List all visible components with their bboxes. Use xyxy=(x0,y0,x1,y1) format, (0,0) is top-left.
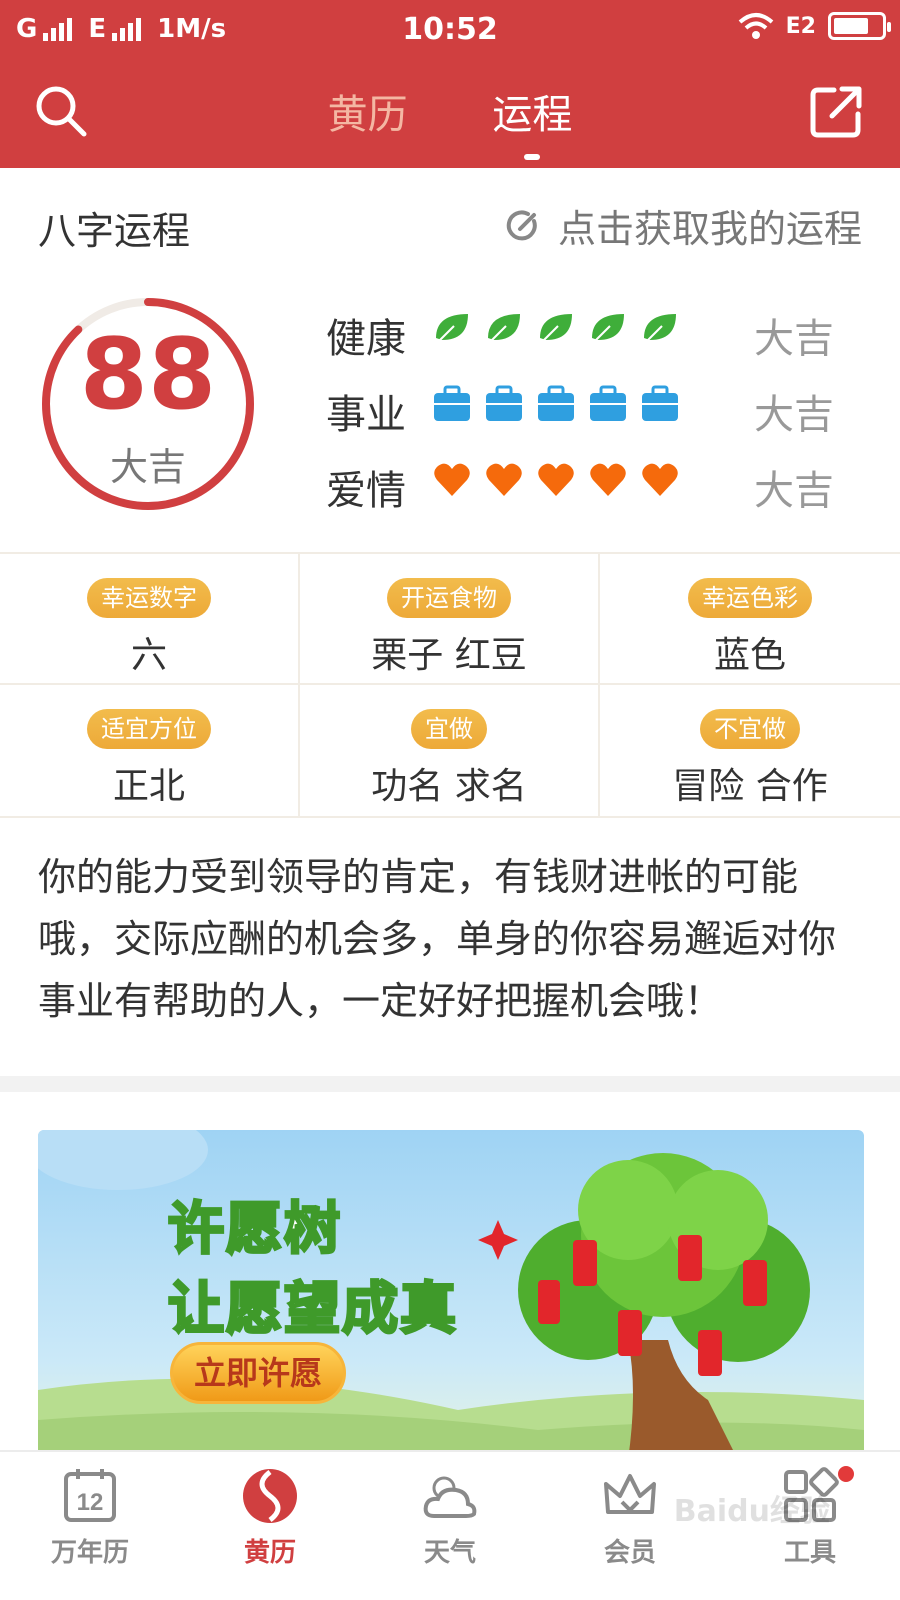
lucky-value: 六 xyxy=(130,635,167,676)
tab-bar: 黄历 运程 xyxy=(0,82,900,160)
briefcase-icon xyxy=(432,384,472,424)
banner-line-1: 许愿树 xyxy=(167,1196,342,1264)
career-rating-icons xyxy=(432,384,680,424)
briefcase-icon xyxy=(484,384,524,424)
status-right: E2 xyxy=(738,12,891,40)
leaf-icon xyxy=(640,308,680,348)
bottom-nav-label: 万年历 xyxy=(50,1538,129,1568)
bottom-nav-label: 工具 xyxy=(783,1538,836,1568)
fortune-row-love: 爱情 大吉 xyxy=(326,448,886,514)
heart-icon xyxy=(432,460,472,500)
bottom-nav-label: 会员 xyxy=(603,1538,656,1568)
tab-fortune[interactable]: 运程 xyxy=(492,82,572,160)
app-header: G E 1M/s 10:52 E2 黄历 运程 xyxy=(0,0,900,168)
lucky-tag: 幸运色彩 xyxy=(688,578,812,618)
fortune-row-rating: 大吉 xyxy=(754,316,834,362)
lucky-cell-color: 幸运色彩 蓝色 xyxy=(600,554,900,685)
lucky-tag: 开运食物 xyxy=(387,578,511,618)
almanac-icon xyxy=(243,1469,297,1523)
status-bar: G E 1M/s 10:52 E2 xyxy=(0,0,900,60)
health-rating-icons xyxy=(432,308,680,348)
bazi-title: 八字运程 xyxy=(38,209,191,253)
leaf-icon xyxy=(432,308,472,348)
fortune-description: 你的能力受到领导的肯定，有钱财进帐的可能哦，交际应酬的机会多，单身的你容易邂逅对… xyxy=(38,855,837,1023)
get-fortune-label: 点击获取我的运程 xyxy=(557,207,862,251)
lucky-tag: 不宜做 xyxy=(700,709,800,749)
briefcase-icon xyxy=(588,384,628,424)
bottom-nav-label: 天气 xyxy=(423,1538,476,1568)
bazi-header: 八字运程 点击获取我的运程 xyxy=(0,168,900,280)
fortune-row-name: 事业 xyxy=(326,392,406,438)
watermark: Baidu经验 xyxy=(673,1494,830,1529)
fortune-score-label: 大吉 xyxy=(109,445,186,489)
lucky-value: 功名 求名 xyxy=(371,766,527,807)
weather-icon xyxy=(423,1476,477,1518)
lucky-value: 栗子 红豆 xyxy=(371,635,527,676)
nav-bar: 黄历 运程 xyxy=(0,60,900,168)
lucky-cell-direction: 适宜方位 正北 xyxy=(0,685,300,816)
crown-icon xyxy=(604,1474,656,1514)
leaf-icon xyxy=(536,308,576,348)
section-divider xyxy=(0,1076,900,1092)
lucky-cell-do: 宜做 功名 求名 xyxy=(300,685,600,816)
make-wish-button[interactable]: 立即许愿 xyxy=(170,1342,346,1404)
calendar-day: 12 xyxy=(77,1489,104,1516)
heart-icon xyxy=(588,460,628,500)
briefcase-icon xyxy=(536,384,576,424)
fortune-score: 88 xyxy=(79,318,217,432)
battery-icon xyxy=(828,12,891,40)
tab-almanac[interactable]: 黄历 xyxy=(328,82,408,140)
love-rating-icons xyxy=(432,460,680,500)
heart-icon xyxy=(536,460,576,500)
lucky-cell-dont: 不宜做 冒险 合作 xyxy=(600,685,900,816)
bottom-nav-label: 黄历 xyxy=(243,1538,296,1568)
briefcase-icon xyxy=(640,384,680,424)
share-icon[interactable] xyxy=(808,84,864,140)
get-fortune-link[interactable]: 点击获取我的运程 xyxy=(506,198,862,253)
wish-tree-illustration xyxy=(478,1153,810,1460)
heart-icon xyxy=(640,460,680,500)
bottom-nav-calendar[interactable]: 12 万年历 xyxy=(0,1452,180,1600)
fortune-row-health: 健康 大吉 xyxy=(326,296,886,362)
leaf-icon xyxy=(588,308,628,348)
notification-dot xyxy=(836,1464,856,1484)
lucky-grid: 幸运数字 六 开运食物 栗子 红豆 幸运色彩 蓝色 适宜方位 正北 宜做 功名 … xyxy=(0,552,900,818)
fortune-row-name: 健康 xyxy=(326,316,406,362)
lucky-value: 冒险 合作 xyxy=(672,766,828,807)
edit-icon xyxy=(506,209,537,240)
fortune-row-career: 事业 大吉 xyxy=(326,372,886,438)
heart-icon xyxy=(484,460,524,500)
lucky-value: 蓝色 xyxy=(713,635,786,676)
banner-line-2: 让愿望成真 xyxy=(167,1276,458,1344)
bottom-nav-almanac[interactable]: 黄历 xyxy=(180,1452,360,1600)
bottom-nav-weather[interactable]: 天气 xyxy=(360,1452,540,1600)
lucky-tag: 幸运数字 xyxy=(87,578,211,618)
wifi-icon xyxy=(738,13,773,39)
leaf-icon xyxy=(484,308,524,348)
wish-tree-banner[interactable]: 许愿树 让愿望成真 立即许愿 xyxy=(38,1130,864,1460)
lucky-tag: 适宜方位 xyxy=(87,709,211,749)
lucky-value: 正北 xyxy=(112,766,185,807)
fortune-row-rating: 大吉 xyxy=(754,392,834,438)
fortune-row-name: 爱情 xyxy=(326,468,406,514)
lucky-tag: 宜做 xyxy=(411,709,487,749)
fortune-row-rating: 大吉 xyxy=(754,468,834,514)
calendar-icon: 12 xyxy=(64,1469,116,1522)
lucky-cell-number: 幸运数字 六 xyxy=(0,554,300,685)
lucky-cell-food: 开运食物 栗子 红豆 xyxy=(300,554,600,685)
sim-label: E2 xyxy=(785,13,816,39)
